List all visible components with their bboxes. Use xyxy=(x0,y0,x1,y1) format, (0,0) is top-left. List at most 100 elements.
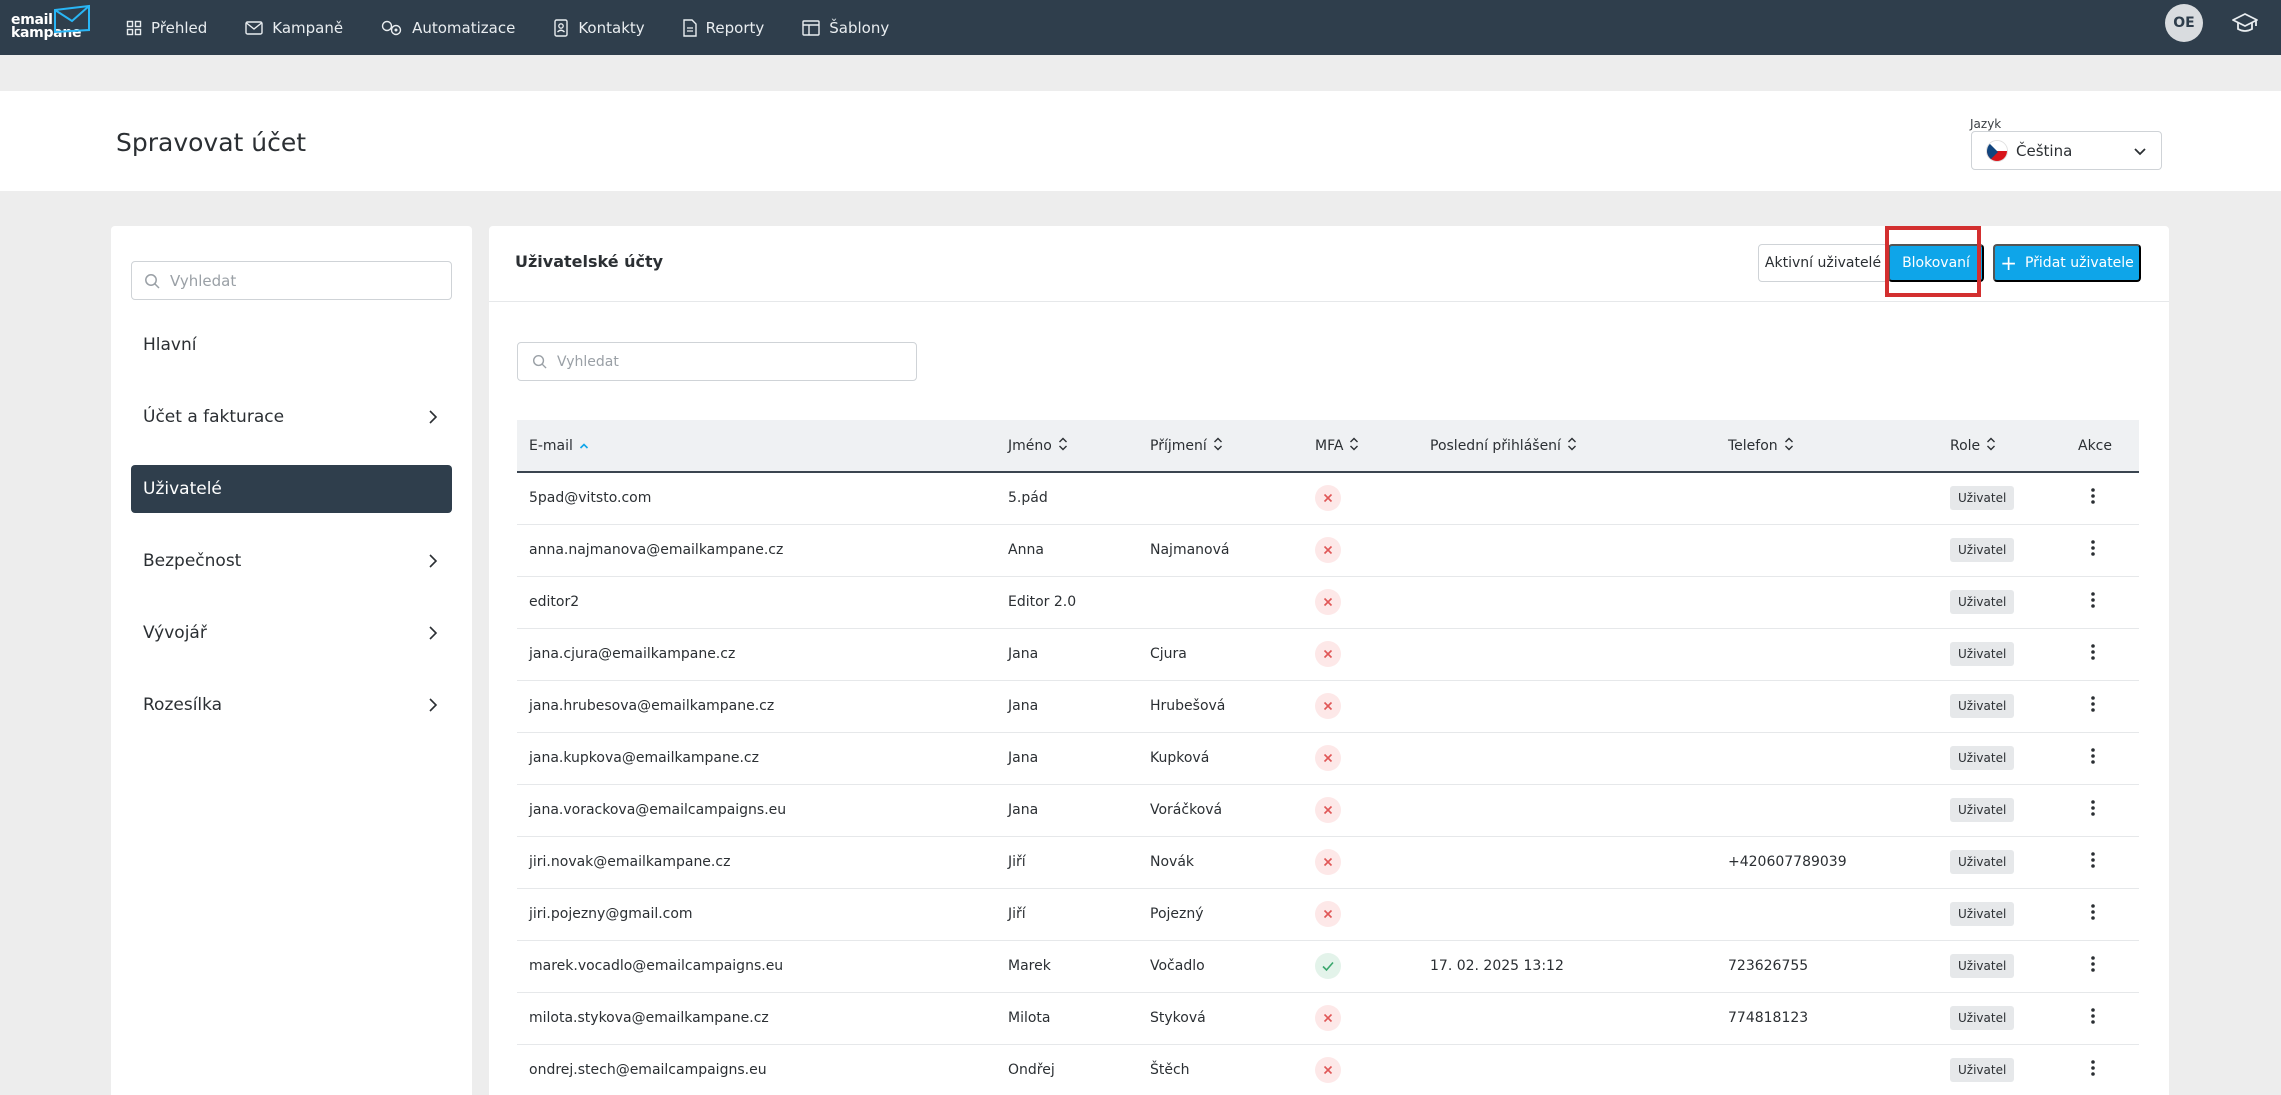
more-actions-icon[interactable] xyxy=(2090,851,2096,873)
user-avatar[interactable]: OE xyxy=(2165,4,2203,42)
cell-last-login xyxy=(1418,1044,1716,1095)
more-actions-icon[interactable] xyxy=(2090,591,2096,613)
table-row: jana.cjura@emailkampane.cz Jana Cjura Uživa… xyxy=(517,628,2139,680)
cell-last-login xyxy=(1418,576,1716,628)
column-header-label: Poslední přihlášení xyxy=(1430,437,1561,454)
automation-icon xyxy=(381,20,412,36)
cross-icon xyxy=(1315,537,1341,563)
table-row: jana.hrubesova@emailkampane.cz Jana Hrubeš… xyxy=(517,680,2139,732)
cell-mfa xyxy=(1303,992,1418,1044)
sidebar-search-input[interactable]: Vyhledat xyxy=(131,261,452,300)
users-table: E-mail Jméno Příjmení MFA Poslední přihlášen… xyxy=(517,420,2139,1095)
table-row: ondrej.stech@emailcampaigns.eu Ondřej Štěc… xyxy=(517,1044,2139,1095)
column-header-3[interactable]: MFA xyxy=(1303,420,1418,472)
table-search-input[interactable]: Vyhledat xyxy=(517,342,917,381)
active-users-button[interactable]: Aktivní uživatelé xyxy=(1758,244,1888,282)
column-header-2[interactable]: Příjmení xyxy=(1138,420,1303,472)
nav-item-2[interactable]: Automatizace xyxy=(381,0,515,55)
cell-role: Uživatel xyxy=(1938,784,2068,836)
sidebar-item-3[interactable]: Bezpečnost xyxy=(131,537,452,585)
cell-first-name: Editor 2.0 xyxy=(1008,594,1077,610)
nav-item-0[interactable]: Přehled xyxy=(126,0,207,55)
nav-item-label: Kontakty xyxy=(578,18,645,37)
column-header-5[interactable]: Telefon xyxy=(1716,420,1938,472)
more-actions-icon[interactable] xyxy=(2090,487,2096,509)
cell-first-name: Jiří xyxy=(1008,854,1026,870)
sort-icon xyxy=(1567,437,1577,455)
sidebar-item-2[interactable]: Uživatelé xyxy=(131,465,452,513)
cell-first-name: Marek xyxy=(1008,958,1051,974)
more-actions-icon[interactable] xyxy=(2090,1007,2096,1029)
cross-icon xyxy=(1315,589,1341,615)
table-row: anna.najmanova@emailkampane.cz Anna Najman… xyxy=(517,524,2139,576)
sidebar-search-placeholder: Vyhledat xyxy=(170,271,237,290)
cell-phone: 723626755 xyxy=(1728,958,1809,974)
column-header-label: Role xyxy=(1950,437,1981,454)
sidebar-item-5[interactable]: Rozesílka xyxy=(131,681,452,729)
add-user-label: Přidat uživatele xyxy=(2024,255,2134,271)
add-user-button[interactable]: + Přidat uživatele xyxy=(1993,244,2141,282)
more-actions-icon[interactable] xyxy=(2090,539,2096,561)
more-actions-icon[interactable] xyxy=(2090,799,2096,821)
cross-icon xyxy=(1315,797,1341,823)
column-header-6[interactable]: Role xyxy=(1938,420,2068,472)
language-select[interactable]: Čeština xyxy=(1971,131,2162,170)
cell-last-login xyxy=(1418,732,1716,784)
more-actions-icon[interactable] xyxy=(2090,1059,2096,1081)
more-actions-icon[interactable] xyxy=(2090,695,2096,717)
column-header-1[interactable]: Jméno xyxy=(996,420,1138,472)
cross-icon xyxy=(1315,849,1341,875)
cell-email: anna.najmanova@emailkampane.cz xyxy=(529,542,784,558)
page-header: Spravovat účet Jazyk Čeština xyxy=(0,91,2281,191)
template-icon xyxy=(802,19,829,36)
cell-mfa xyxy=(1303,628,1418,680)
app-logo[interactable]: email kampane xyxy=(11,4,90,44)
cell-role: Uživatel xyxy=(1938,732,2068,784)
cell-first-name: 5.pád xyxy=(1008,490,1048,507)
cell-last-name: Kupková xyxy=(1150,750,1210,766)
table-row: jiri.pojezny@gmail.com Jiří Pojezný Uživate… xyxy=(517,888,2139,940)
cell-last-name: Novák xyxy=(1150,854,1195,870)
cell-actions xyxy=(2068,836,2139,888)
column-header-4[interactable]: Poslední přihlášení xyxy=(1418,420,1716,472)
nav-item-4[interactable]: Reporty xyxy=(682,0,764,55)
role-badge: Uživatel xyxy=(1950,590,2015,614)
sort-icon xyxy=(1349,437,1359,455)
nav-item-5[interactable]: Šablony xyxy=(802,0,889,55)
cell-last-name: Voráčková xyxy=(1150,802,1223,818)
role-badge: Uživatel xyxy=(1950,902,2015,926)
sidebar-item-4[interactable]: Vývojář xyxy=(131,609,452,657)
table-search-placeholder: Vyhledat xyxy=(557,353,619,370)
plus-icon: + xyxy=(2000,251,2017,275)
cell-role: Uživatel xyxy=(1938,836,2068,888)
blocked-users-button[interactable]: Blokovaní xyxy=(1888,244,1984,282)
cell-last-login xyxy=(1418,992,1716,1044)
sidebar-item-label: Hlavní xyxy=(143,335,197,355)
cell-last-login xyxy=(1418,784,1716,836)
cell-mfa xyxy=(1303,576,1418,628)
nav-item-1[interactable]: Kampaně xyxy=(245,0,343,55)
more-actions-icon[interactable] xyxy=(2090,747,2096,769)
table-row: 5pad@vitsto.com 5.pád Uživatel xyxy=(517,472,2139,524)
cell-last-login xyxy=(1418,680,1716,732)
cell-role: Uživatel xyxy=(1938,940,2068,992)
cross-icon xyxy=(1315,641,1341,667)
cell-email: 5pad@vitsto.com xyxy=(529,490,652,507)
cell-first-name: Jana xyxy=(1008,750,1039,766)
column-header-0[interactable]: E-mail xyxy=(517,420,996,472)
sort-icon xyxy=(1058,437,1068,455)
sidebar-item-1[interactable]: Účet a fakturace xyxy=(131,393,452,441)
graduation-cap-icon[interactable] xyxy=(2232,12,2258,34)
more-actions-icon[interactable] xyxy=(2090,955,2096,977)
sidebar-item-0[interactable]: Hlavní xyxy=(131,321,452,369)
cell-last-name xyxy=(1138,576,1303,628)
column-header-label: E-mail xyxy=(529,437,573,454)
more-actions-icon[interactable] xyxy=(2090,903,2096,925)
cell-phone xyxy=(1716,576,1938,628)
cell-role: Uživatel xyxy=(1938,1044,2068,1095)
cell-email: jana.cjura@emailkampane.cz xyxy=(529,646,736,662)
nav-item-3[interactable]: Kontakty xyxy=(553,0,645,55)
language-label: Jazyk xyxy=(1970,117,2002,131)
settings-sidebar: Vyhledat Hlavní Účet a fakturace Uživatelé… xyxy=(111,226,472,1095)
more-actions-icon[interactable] xyxy=(2090,643,2096,665)
